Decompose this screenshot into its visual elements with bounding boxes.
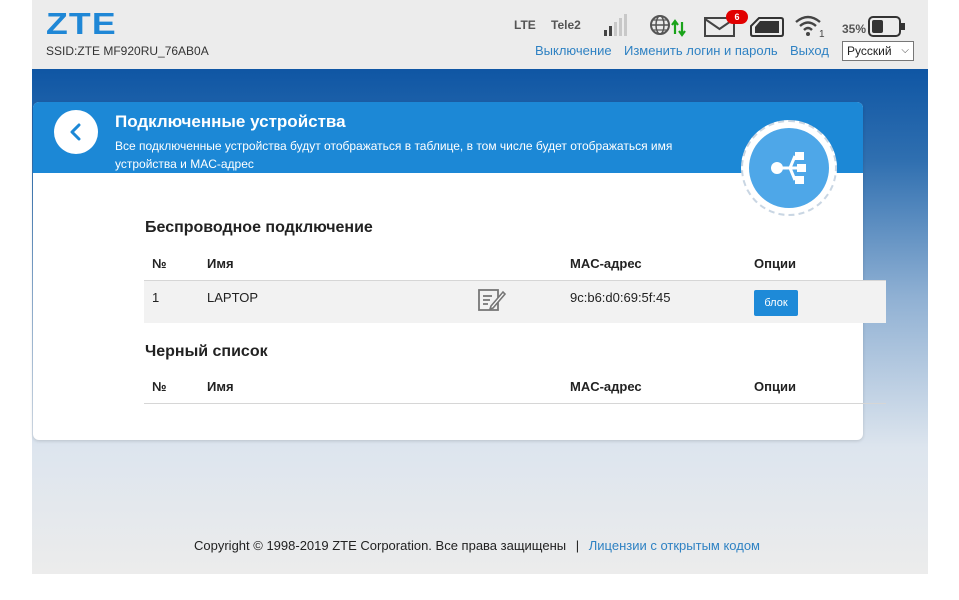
language-select[interactable]: Русский ⌵: [842, 41, 914, 61]
wireless-col-name: Имя: [207, 256, 234, 271]
chevron-down-icon: ⌵: [901, 45, 909, 56]
network-share-icon: [749, 128, 829, 208]
wifi-icon[interactable]: 1: [794, 14, 826, 38]
ssid-label: SSID:ZTE MF920RU_76AB0A: [46, 44, 209, 58]
operator-name: Tele2: [551, 18, 581, 32]
card-header: Подключенные устройства Все подключенные…: [33, 102, 863, 173]
blacklist-section-title: Черный список: [145, 343, 268, 360]
blacklist-col-name: Имя: [207, 379, 234, 394]
top-bar: ZTE SSID:ZTE MF920RU_76AB0A LTE Tele2 6 …: [32, 0, 928, 69]
edit-icon[interactable]: [477, 287, 507, 313]
footer-separator: |: [575, 538, 580, 553]
change-login-link[interactable]: Изменить логин и пароль: [624, 43, 778, 58]
copyright-text: Copyright © 1998-2019 ZTE Corporation. В…: [194, 538, 567, 553]
network-type: LTE: [514, 18, 536, 32]
device-name: LAPTOP: [207, 290, 259, 305]
chevron-left-icon: [70, 123, 81, 141]
devices-badge: [741, 120, 837, 216]
sim-card-icon: [750, 17, 784, 37]
wireless-col-mac: MAC-адрес: [570, 256, 642, 271]
svg-text:1: 1: [819, 29, 825, 38]
device-mac: 9c:b6:d0:69:5f:45: [570, 290, 671, 305]
wireless-col-no: №: [152, 256, 167, 271]
footer: Copyright © 1998-2019 ZTE Corporation. В…: [194, 538, 760, 553]
blacklist-col-no: №: [152, 379, 167, 394]
divider: [144, 403, 886, 404]
shutdown-link[interactable]: Выключение: [535, 43, 612, 58]
wireless-col-options: Опции: [754, 256, 796, 271]
internet-connected-icon[interactable]: [649, 14, 689, 38]
zte-logo[interactable]: ZTE: [46, 6, 117, 42]
page-description: Все подключенные устройства будут отобра…: [115, 139, 673, 171]
logout-link[interactable]: Выход: [790, 43, 829, 58]
language-value: Русский: [847, 44, 892, 58]
messages-count-badge: 6: [726, 10, 748, 24]
block-button[interactable]: блок: [754, 290, 798, 316]
battery-icon: [868, 16, 905, 37]
battery-percent: 35%: [842, 22, 867, 36]
blacklist-col-options: Опции: [754, 379, 796, 394]
back-button[interactable]: [54, 110, 98, 154]
wireless-section-title: Беспроводное подключение: [145, 219, 373, 236]
blacklist-col-mac: MAC-адрес: [570, 379, 642, 394]
device-no: 1: [152, 290, 160, 305]
page-title: Подключенные устройства: [115, 112, 346, 131]
signal-strength-icon: [604, 14, 627, 36]
open-source-license-link[interactable]: Лицензии с открытым кодом: [589, 538, 760, 553]
